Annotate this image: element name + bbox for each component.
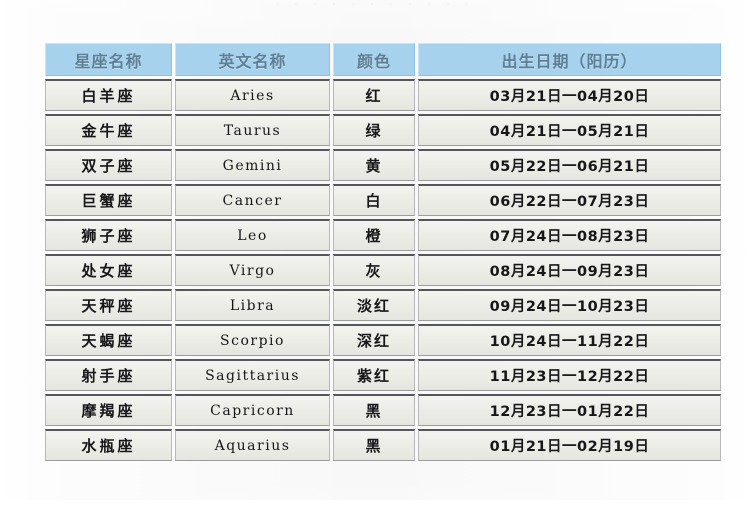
cell-chinese-name: 摩羯座 (45, 394, 172, 426)
cell-english-name: Cancer (175, 184, 330, 216)
cell-english-name: Scorpio (175, 324, 330, 356)
cell-color: 黄 (333, 149, 415, 181)
cell-english-name: Capricorn (175, 394, 330, 426)
table-row: 狮子座 Leo 橙 07月24日一08月23日 (45, 219, 722, 251)
cell-birth-date: 01月21日一02月19日 (418, 429, 721, 461)
table-header: 星座名称 英文名称 颜色 出生日期（阳历） (45, 43, 722, 76)
table-row: 天秤座 Libra 淡红 09月24日一10月23日 (45, 289, 722, 321)
cell-color: 灰 (333, 254, 415, 286)
cell-color: 红 (333, 79, 415, 111)
table-row: 白羊座 Aries 红 03月21日一04月20日 (45, 79, 722, 111)
table-row: 摩羯座 Capricorn 黑 12月23日一01月22日 (45, 394, 722, 426)
cell-chinese-name: 处女座 (45, 254, 172, 286)
table-row: 天蝎座 Scorpio 深红 10月24日一11月22日 (45, 324, 722, 356)
cell-color: 黑 (333, 394, 415, 426)
cell-chinese-name: 金牛座 (45, 114, 172, 146)
cell-birth-date: 09月24日一10月23日 (418, 289, 721, 321)
table-row: 双子座 Gemini 黄 05月22日一06月21日 (45, 149, 722, 181)
table-row: 处女座 Virgo 灰 08月24日一09月23日 (45, 254, 722, 286)
cell-color: 橙 (333, 219, 415, 251)
cell-chinese-name: 天蝎座 (45, 324, 172, 356)
cell-english-name: Gemini (175, 149, 330, 181)
cell-english-name: Taurus (175, 114, 330, 146)
cell-chinese-name: 天秤座 (45, 289, 172, 321)
cell-chinese-name: 射手座 (45, 359, 172, 391)
column-header-chinese-name: 星座名称 (45, 43, 172, 76)
cell-birth-date: 05月22日一06月21日 (418, 149, 721, 181)
cell-color: 淡红 (333, 289, 415, 321)
cell-birth-date: 04月21日一05月21日 (418, 114, 721, 146)
cell-color: 黑 (333, 429, 415, 461)
cell-english-name: Libra (175, 289, 330, 321)
zodiac-table-container: 星座名称 英文名称 颜色 出生日期（阳历） 白羊座 Aries 红 03月21日一04… (42, 40, 722, 510)
cell-english-name: Sagittarius (175, 359, 330, 391)
column-header-color: 颜色 (333, 43, 415, 76)
cell-chinese-name: 巨蟹座 (45, 184, 172, 216)
cell-chinese-name: 狮子座 (45, 219, 172, 251)
table-row: 射手座 Sagittarius 紫红 11月23日一12月22日 (45, 359, 722, 391)
cell-english-name: Virgo (175, 254, 330, 286)
cell-birth-date: 10月24日一11月22日 (418, 324, 721, 356)
table-row: 巨蟹座 Cancer 白 06月22日一07月23日 (45, 184, 722, 216)
cell-color: 绿 (333, 114, 415, 146)
column-header-english-name: 英文名称 (175, 43, 330, 76)
cell-birth-date: 06月22日一07月23日 (418, 184, 721, 216)
cell-color: 白 (333, 184, 415, 216)
cell-chinese-name: 白羊座 (45, 79, 172, 111)
cell-english-name: Aquarius (175, 429, 330, 461)
cell-birth-date: 08月24日一09月23日 (418, 254, 721, 286)
table-header-row: 星座名称 英文名称 颜色 出生日期（阳历） (45, 43, 722, 76)
cell-chinese-name: 双子座 (45, 149, 172, 181)
table-row: 金牛座 Taurus 绿 04月21日一05月21日 (45, 114, 722, 146)
table-body: 白羊座 Aries 红 03月21日一04月20日 金牛座 Taurus 绿 04月21日一0… (45, 79, 722, 461)
cell-birth-date: 11月23日一12月22日 (418, 359, 721, 391)
cell-chinese-name: 水瓶座 (45, 429, 172, 461)
cell-birth-date: 07月24日一08月23日 (418, 219, 721, 251)
cell-color: 深红 (333, 324, 415, 356)
cut-off-top-text: · · · · · · · · · · · (275, 0, 475, 9)
column-header-birth-date: 出生日期（阳历） (418, 43, 721, 76)
zodiac-sign-table: 星座名称 英文名称 颜色 出生日期（阳历） 白羊座 Aries 红 03月21日一04… (42, 40, 722, 464)
table-row: 水瓶座 Aquarius 黑 01月21日一02月19日 (45, 429, 722, 461)
cell-english-name: Leo (175, 219, 330, 251)
cell-color: 紫红 (333, 359, 415, 391)
cell-english-name: Aries (175, 79, 330, 111)
cell-birth-date: 03月21日一04月20日 (418, 79, 721, 111)
cell-birth-date: 12月23日一01月22日 (418, 394, 721, 426)
